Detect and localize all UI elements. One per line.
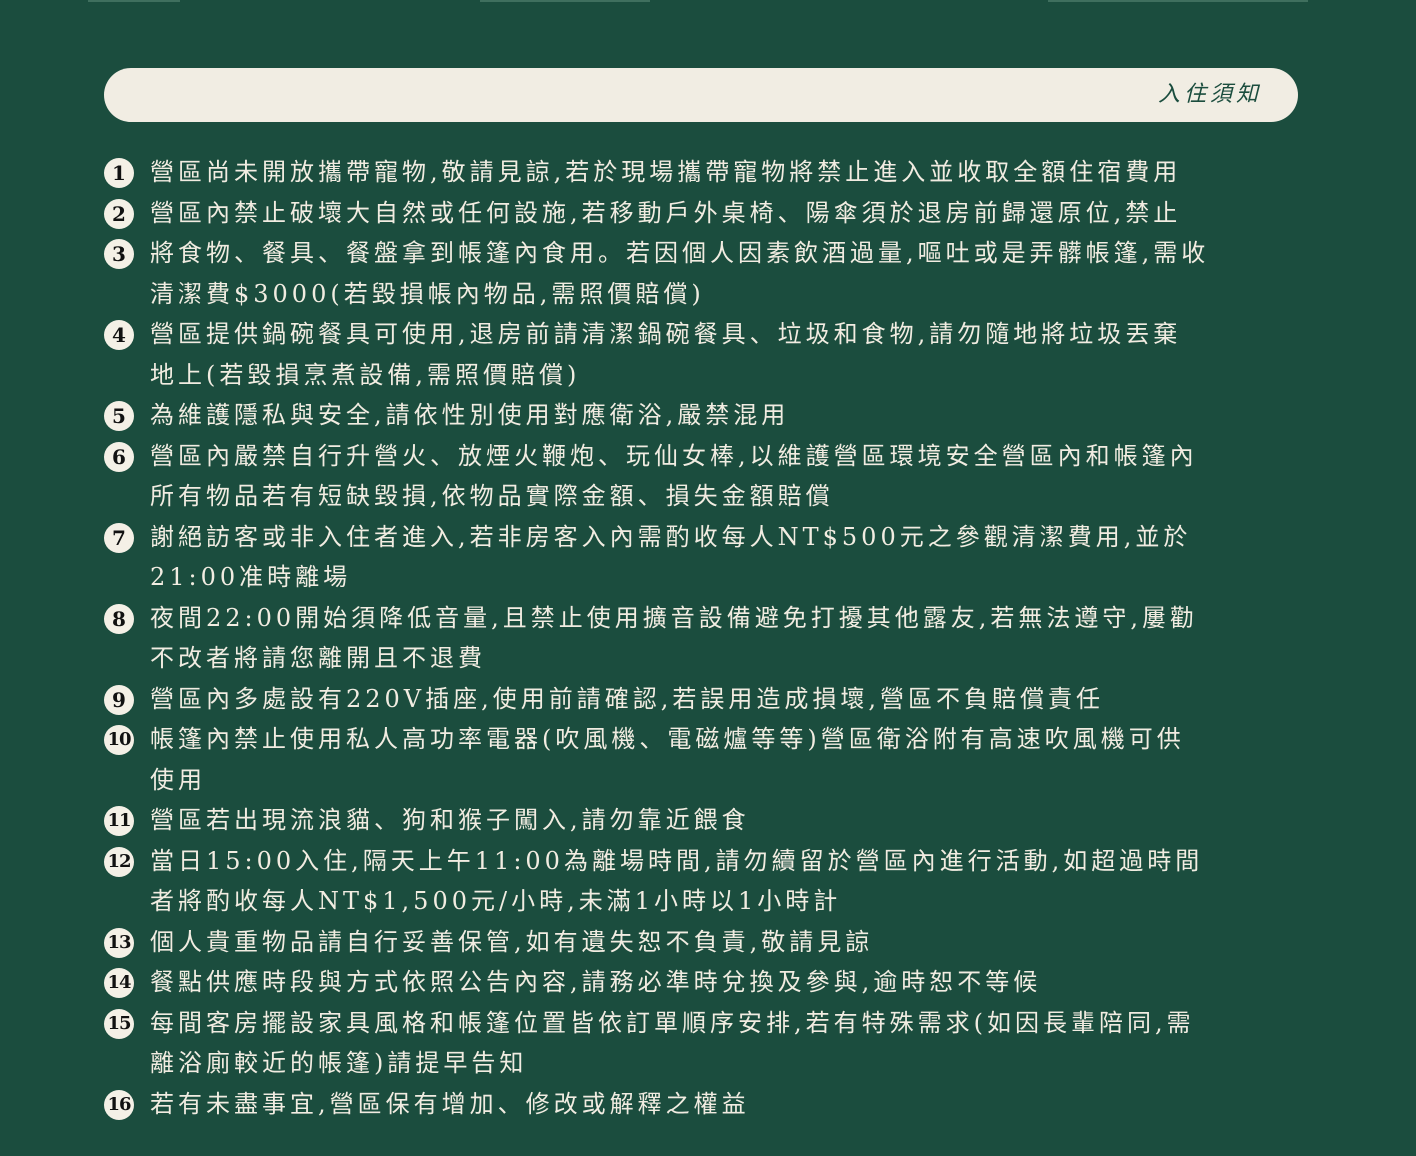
rules-list: 1 營區尚未開放攜帶寵物,敬請見諒,若於現場攜帶寵物將禁止進入並收取全額住宿費用 2… (104, 152, 1304, 1124)
item-number-badge: 3 (104, 239, 134, 269)
list-item: 9 營區內多處設有220V插座,使用前請確認,若誤用造成損壞,營區不負賠償責任 (104, 679, 1304, 720)
item-text: 將食物、餐具、餐盤拿到帳篷內食用。若因個人因素飲酒過量,嘔吐或是弄髒帳篷,需收 (150, 239, 1210, 267)
item-text: 營區若出現流浪貓、狗和猴子闖入,請勿靠近餵食 (150, 806, 750, 834)
item-number-badge: 8 (104, 603, 134, 634)
item-text: 營區尚未開放攜帶寵物,敬請見諒,若於現場攜帶寵物將禁止進入並收取全額住宿費用 (150, 158, 1182, 186)
top-divider-right (1048, 0, 1308, 2)
item-text: 21:00准時離場 (150, 563, 352, 591)
item-text: 離浴廁較近的帳篷)請提早告知 (150, 1049, 528, 1077)
item-text: 謝絕訪客或非入住者進入,若非房客入內需酌收每人NT$500元之參觀清潔費用,並於 (150, 522, 1192, 551)
item-text: 每間客房擺設家具風格和帳篷位置皆依訂單順序安排,若有特殊需求(如因長輩陪同,需 (150, 1008, 1195, 1037)
item-text: 餐點供應時段與方式依照公告內容,請務必準時兌換及參與,逾時恕不等候 (150, 968, 1042, 996)
item-number-badge: 15 (104, 1008, 134, 1039)
item-text: 營區內禁止破壞大自然或任何設施,若移動戶外桌椅、陽傘須於退房前歸還原位,禁止 (150, 198, 1182, 227)
item-text: 若有未盡事宜,營區保有增加、修改或解釋之權益 (150, 1089, 750, 1118)
list-item: 7 謝絕訪客或非入住者進入,若非房客入內需酌收每人NT$500元之參觀清潔費用,並… (104, 517, 1304, 598)
list-item: 10 帳篷內禁止使用私人高功率電器(吹風機、電磁爐等等)營區衛浴附有高速吹風機可供… (104, 719, 1304, 800)
list-item: 15 每間客房擺設家具風格和帳篷位置皆依訂單順序安排,若有特殊需求(如因長輩陪同,… (104, 1003, 1304, 1084)
item-text: 營區提供鍋碗餐具可使用,退房前請清潔鍋碗餐具、垃圾和食物,請勿隨地將垃圾丟棄 (150, 320, 1182, 348)
item-text: 者將酌收每人NT$1,500元/小時,未滿1小時以1小時計 (150, 887, 842, 915)
item-number-badge: 2 (104, 198, 134, 229)
item-number-badge: 11 (104, 806, 134, 836)
item-number-badge: 5 (104, 401, 134, 431)
list-item: 5 為維護隱私與安全,請依性別使用對應衛浴,嚴禁混用 (104, 395, 1304, 436)
item-number-badge: 6 (104, 441, 134, 472)
list-item: 16 若有未盡事宜,營區保有增加、修改或解釋之權益 (104, 1084, 1304, 1125)
list-item: 8 夜間22:00開始須降低音量,且禁止使用擴音設備避免打擾其他露友,若無法遵守,… (104, 598, 1304, 679)
item-number-badge: 12 (104, 846, 134, 877)
item-text: 夜間22:00開始須降低音量,且禁止使用擴音設備避免打擾其他露友,若無法遵守,屢… (150, 603, 1199, 632)
item-text: 使用 (150, 765, 206, 794)
item-text: 所有物品若有短缺毀損,依物品實際金額、損失金額賠償 (150, 482, 834, 510)
item-number-badge: 9 (104, 684, 134, 715)
item-number-badge: 10 (104, 725, 134, 755)
list-item: 6 營區內嚴禁自行升營火、放煙火鞭炮、玩仙女棒,以維護營區環境安全營區內和帳篷內所… (104, 436, 1304, 517)
item-text: 個人貴重物品請自行妥善保管,如有遺失恕不負責,敬請見諒 (150, 927, 874, 956)
item-number-badge: 14 (104, 968, 134, 998)
item-text: 地上(若毀損烹煮設備,需照價賠償) (150, 360, 581, 389)
page-title: 入住須知 (1157, 82, 1262, 107)
item-text: 營區內嚴禁自行升營火、放煙火鞭炮、玩仙女棒,以維護營區環境安全營區內和帳篷內 (150, 441, 1198, 470)
item-text: 清潔費$3000(若毀損帳內物品,需照價賠償) (150, 279, 705, 308)
item-number-badge: 16 (104, 1089, 134, 1120)
top-divider-left (88, 0, 180, 2)
item-text: 當日15:00入住,隔天上午11:00為離場時間,請勿續留於營區內進行活動,如超… (150, 846, 1204, 875)
list-item: 12 當日15:00入住,隔天上午11:00為離場時間,請勿續留於營區內進行活動,… (104, 841, 1304, 922)
item-number-badge: 1 (104, 158, 134, 188)
list-item: 3 將食物、餐具、餐盤拿到帳篷內食用。若因個人因素飲酒過量,嘔吐或是弄髒帳篷,需收… (104, 233, 1304, 314)
item-text: 帳篷內禁止使用私人高功率電器(吹風機、電磁爐等等)營區衛浴附有高速吹風機可供 (150, 725, 1185, 753)
header-bar: 入住須知 (104, 68, 1298, 122)
item-number-badge: 13 (104, 927, 134, 958)
item-text: 為維護隱私與安全,請依性別使用對應衛浴,嚴禁混用 (150, 401, 790, 429)
item-number-badge: 4 (104, 320, 134, 350)
list-item: 14 餐點供應時段與方式依照公告內容,請務必準時兌換及參與,逾時恕不等候 (104, 962, 1304, 1003)
item-text: 營區內多處設有220V插座,使用前請確認,若誤用造成損壞,營區不負賠償責任 (150, 684, 1105, 713)
list-item: 4 營區提供鍋碗餐具可使用,退房前請清潔鍋碗餐具、垃圾和食物,請勿隨地將垃圾丟棄地… (104, 314, 1304, 395)
list-item: 2 營區內禁止破壞大自然或任何設施,若移動戶外桌椅、陽傘須於退房前歸還原位,禁止 (104, 193, 1304, 234)
list-item: 13 個人貴重物品請自行妥善保管,如有遺失恕不負責,敬請見諒 (104, 922, 1304, 963)
top-divider-middle (480, 0, 650, 2)
item-number-badge: 7 (104, 522, 134, 553)
item-text: 不改者將請您離開且不退費 (150, 644, 486, 672)
list-item: 11 營區若出現流浪貓、狗和猴子闖入,請勿靠近餵食 (104, 800, 1304, 841)
list-item: 1 營區尚未開放攜帶寵物,敬請見諒,若於現場攜帶寵物將禁止進入並收取全額住宿費用 (104, 152, 1304, 193)
